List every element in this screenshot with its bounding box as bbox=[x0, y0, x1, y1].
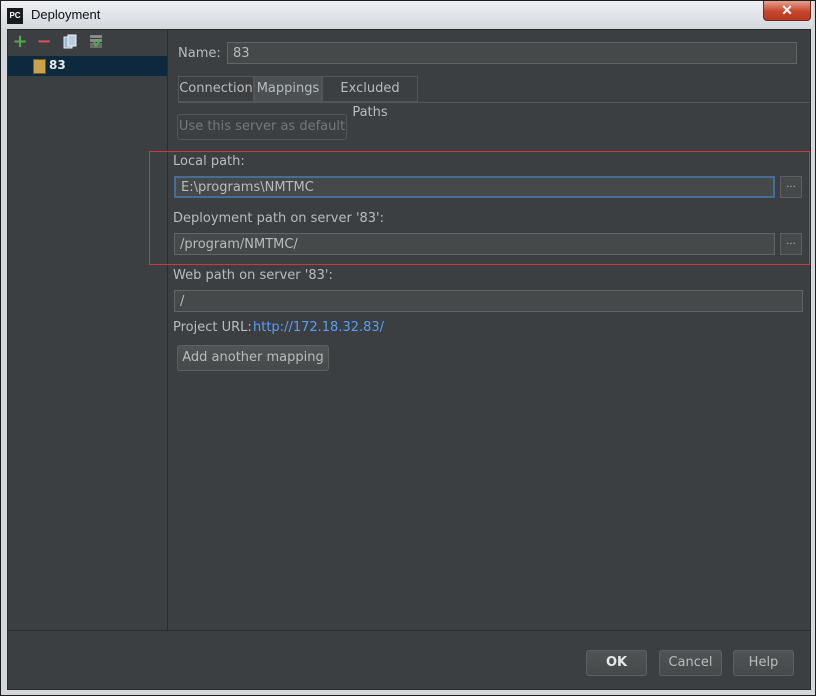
local-path-browse-button[interactable]: ... bbox=[780, 176, 802, 198]
tree-item-label: 83 bbox=[49, 58, 66, 72]
tab-mappings[interactable]: Mappings bbox=[254, 76, 322, 102]
server-list-panel: + − 83 bbox=[8, 30, 168, 630]
tab-divider bbox=[178, 102, 810, 103]
project-url-link[interactable]: http://172.18.32.83/ bbox=[253, 320, 384, 335]
footer-divider bbox=[8, 630, 810, 631]
server-icon bbox=[33, 59, 46, 74]
title-bar: PC Deployment ✕ bbox=[1, 1, 813, 28]
deployment-path-field[interactable]: /program/NMTMC/ bbox=[174, 233, 775, 255]
tab-connection[interactable]: Connection bbox=[178, 76, 254, 102]
deployment-path-browse-button[interactable]: ... bbox=[780, 233, 802, 255]
web-path-label: Web path on server '83': bbox=[173, 268, 333, 283]
web-path-field[interactable]: / bbox=[174, 290, 803, 312]
use-as-default-button[interactable]: Use this server as default bbox=[177, 114, 347, 140]
help-button[interactable]: Help bbox=[733, 650, 794, 676]
add-icon[interactable]: + bbox=[12, 33, 28, 51]
name-field[interactable]: 83 bbox=[227, 42, 797, 64]
deployment-path-label: Deployment path on server '83': bbox=[173, 211, 385, 226]
tree-item-server[interactable]: 83 bbox=[8, 56, 167, 76]
app-logo-icon: PC bbox=[7, 8, 23, 24]
local-path-label: Local path: bbox=[173, 154, 245, 169]
close-button[interactable]: ✕ bbox=[763, 1, 811, 21]
name-label: Name: bbox=[178, 46, 221, 61]
ok-button[interactable]: OK bbox=[586, 650, 647, 676]
deploy-icon[interactable] bbox=[88, 34, 104, 50]
dialog-body: + − 83 Name: 83 Connection Mappings Excl… bbox=[7, 29, 811, 690]
local-path-field[interactable]: E:\programs\NMTMC bbox=[174, 176, 775, 198]
remove-icon[interactable]: − bbox=[36, 33, 52, 51]
window-title: Deployment bbox=[31, 7, 101, 22]
tab-excluded-paths[interactable]: Excluded Paths bbox=[322, 76, 418, 120]
project-url-label: Project URL: bbox=[173, 320, 252, 335]
cancel-button[interactable]: Cancel bbox=[659, 650, 722, 676]
copy-icon[interactable] bbox=[62, 34, 78, 50]
add-mapping-button[interactable]: Add another mapping bbox=[177, 345, 329, 371]
